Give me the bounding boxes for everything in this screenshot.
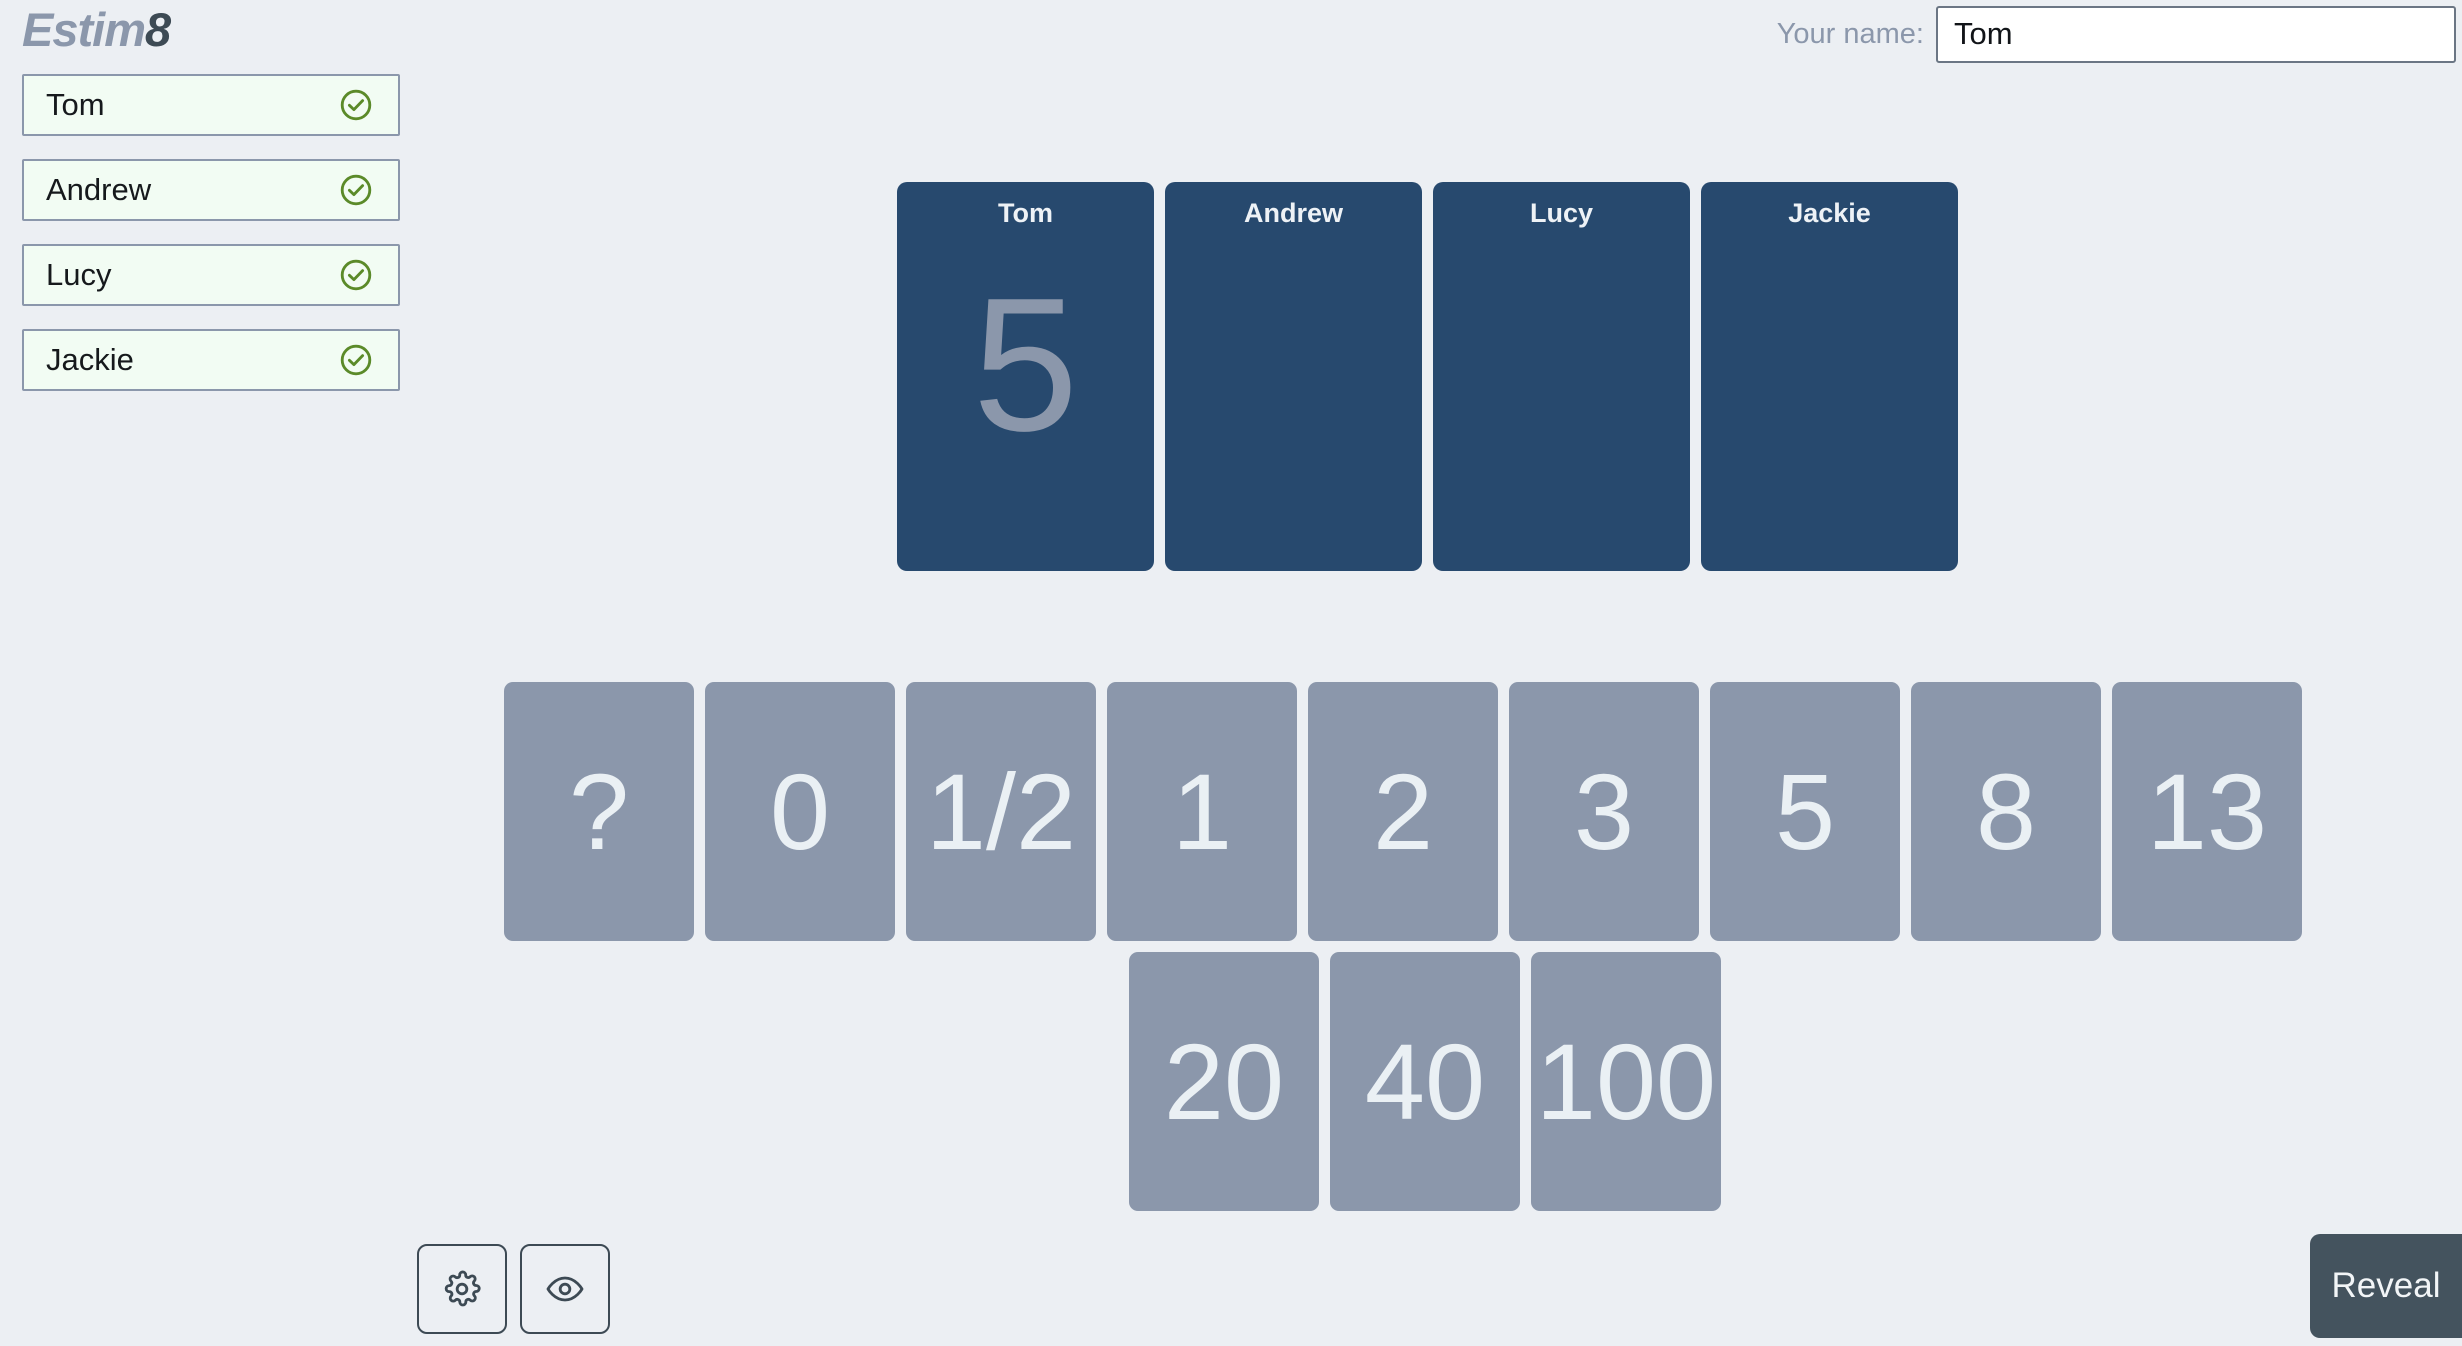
estimate-card-3[interactable]: 3 bbox=[1509, 682, 1699, 941]
estimate-card-13[interactable]: 13 bbox=[2112, 682, 2302, 941]
estimate-deck: ? 0 1/2 1 2 3 5 8 13 20 40 100 bbox=[504, 682, 2364, 1211]
estimate-card-label: 5 bbox=[1774, 750, 1836, 872]
your-name-area: Your name: bbox=[1777, 3, 2456, 65]
estimate-card-label: ? bbox=[568, 750, 630, 872]
estimate-card-half[interactable]: 1/2 bbox=[906, 682, 1096, 941]
check-circle-icon bbox=[338, 342, 374, 378]
estimate-card-label: 1/2 bbox=[925, 750, 1077, 872]
estimate-card-8[interactable]: 8 bbox=[1911, 682, 2101, 941]
player-vote-card: Lucy bbox=[1433, 182, 1690, 571]
estimate-card-label: 0 bbox=[769, 750, 831, 872]
estimate-card-label: 100 bbox=[1535, 1020, 1717, 1142]
player-list: Tom Andrew Lucy Jackie bbox=[22, 74, 400, 414]
player-vote-cards: Tom 5 Andrew Lucy Jackie bbox=[897, 182, 1958, 571]
your-name-input[interactable] bbox=[1936, 5, 2456, 63]
estimate-card-0[interactable]: 0 bbox=[705, 682, 895, 941]
gear-icon bbox=[442, 1269, 482, 1309]
player-list-item[interactable]: Andrew bbox=[22, 159, 400, 221]
estimate-card-label: 20 bbox=[1163, 1020, 1285, 1142]
estimate-card-1[interactable]: 1 bbox=[1107, 682, 1297, 941]
player-vote-card: Jackie bbox=[1701, 182, 1958, 571]
estimate-card-20[interactable]: 20 bbox=[1129, 952, 1319, 1211]
eye-icon bbox=[545, 1269, 585, 1309]
player-name: Tom bbox=[46, 87, 105, 122]
estimate-card-label: 13 bbox=[2146, 750, 2268, 872]
footer-controls bbox=[417, 1244, 610, 1334]
spectator-toggle-button[interactable] bbox=[520, 1244, 610, 1334]
your-name-label: Your name: bbox=[1776, 17, 1924, 50]
estimate-card-5[interactable]: 5 bbox=[1710, 682, 1900, 941]
vote-card-value: 5 bbox=[972, 258, 1079, 471]
vote-card-player-name: Andrew bbox=[1243, 198, 1343, 228]
estimate-card-40[interactable]: 40 bbox=[1330, 952, 1520, 1211]
player-name: Andrew bbox=[46, 172, 152, 207]
estimate-card-2[interactable]: 2 bbox=[1308, 682, 1498, 941]
player-vote-card: Tom 5 bbox=[897, 182, 1154, 571]
estimate-card-label: 40 bbox=[1364, 1020, 1486, 1142]
vote-card-player-name: Lucy bbox=[1529, 198, 1594, 228]
player-name: Lucy bbox=[46, 257, 112, 292]
header-bar: Estim8 Your name: bbox=[0, 0, 2462, 72]
check-circle-icon bbox=[338, 257, 374, 293]
estimate-card-unknown[interactable]: ? bbox=[504, 682, 694, 941]
player-list-item[interactable]: Lucy bbox=[22, 244, 400, 306]
check-circle-icon bbox=[338, 172, 374, 208]
check-circle-icon bbox=[338, 87, 374, 123]
estimate-deck-row-1: ? 0 1/2 1 2 3 5 8 13 bbox=[504, 682, 2364, 941]
estimate-card-100[interactable]: 100 bbox=[1531, 952, 1721, 1211]
player-list-item[interactable]: Jackie bbox=[22, 329, 400, 391]
reveal-button-label: Reveal bbox=[2331, 1266, 2441, 1305]
estimate-deck-row-2: 20 40 100 bbox=[1129, 952, 2364, 1211]
estimate-card-label: 1 bbox=[1171, 750, 1233, 872]
settings-button[interactable] bbox=[417, 1244, 507, 1334]
estimate-card-label: 2 bbox=[1372, 750, 1434, 872]
logo-text-main: Estim bbox=[22, 3, 146, 56]
app-logo: Estim8 bbox=[22, 2, 171, 57]
player-vote-card: Andrew bbox=[1165, 182, 1422, 571]
player-name: Jackie bbox=[46, 342, 134, 377]
estimate-card-label: 8 bbox=[1975, 750, 2037, 872]
player-list-item[interactable]: Tom bbox=[22, 74, 400, 136]
vote-card-player-name: Tom bbox=[998, 198, 1053, 228]
vote-card-player-name: Jackie bbox=[1788, 198, 1871, 228]
reveal-button[interactable]: Reveal bbox=[2310, 1234, 2462, 1338]
logo-text-accent: 8 bbox=[145, 3, 171, 56]
estimate-card-label: 3 bbox=[1573, 750, 1635, 872]
